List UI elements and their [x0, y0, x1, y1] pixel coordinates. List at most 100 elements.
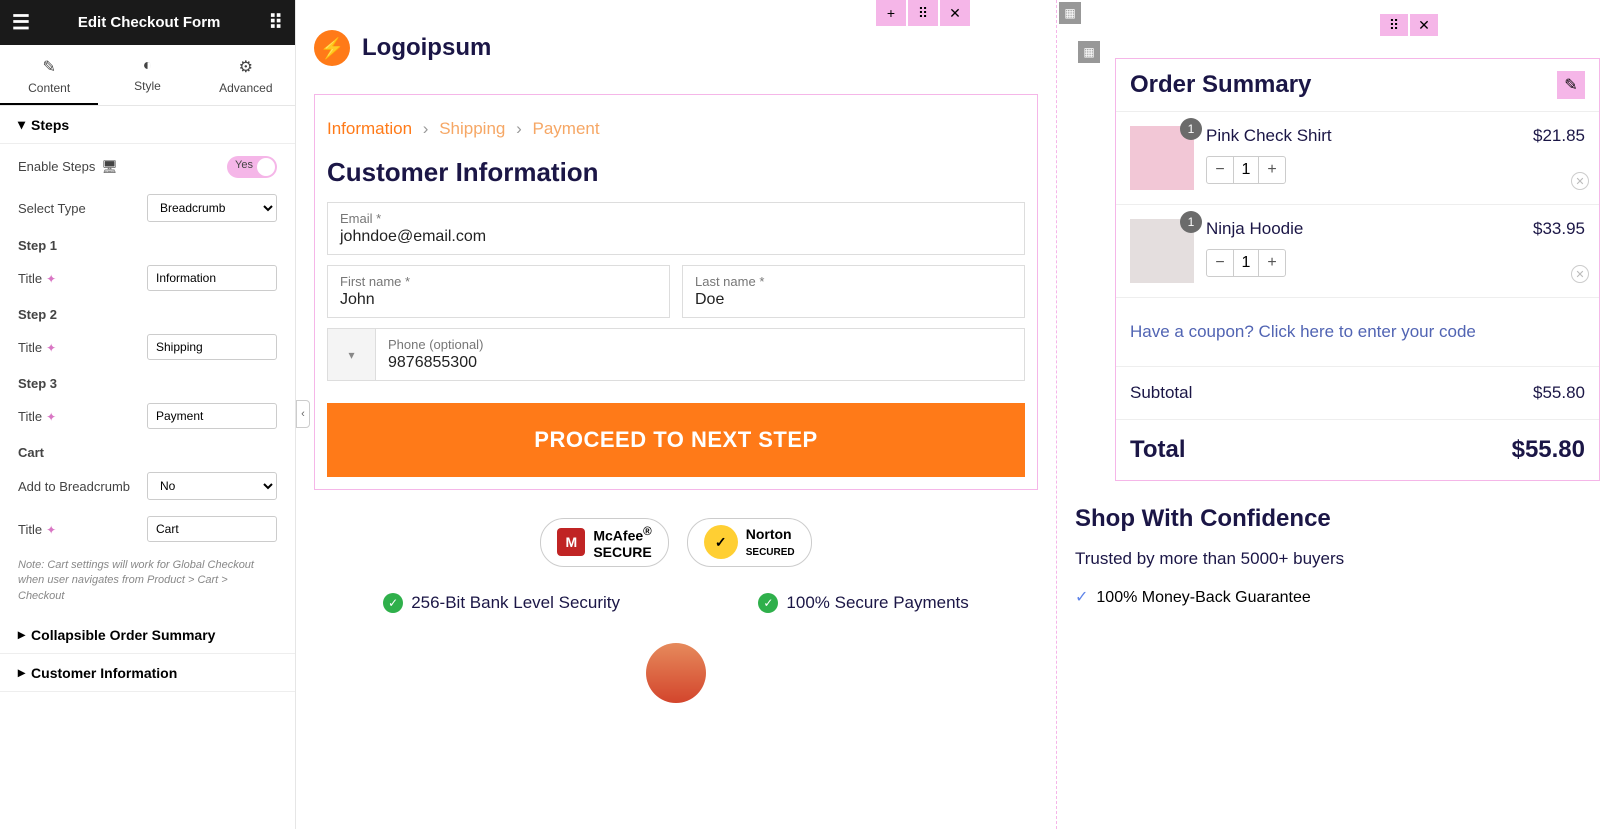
tab-content[interactable]: ✎Content — [0, 45, 98, 105]
crumb-payment[interactable]: Payment — [533, 119, 600, 138]
preview-area: + ⠿ ✕ ⚡ Logoipsum Information › Shipping… — [296, 0, 1056, 829]
step2-header: Step 2 — [18, 307, 277, 322]
column-handle-icon[interactable]: ▦ — [1059, 2, 1081, 24]
remove-item-button[interactable]: ✕ — [1571, 265, 1589, 283]
crumb-shipping[interactable]: Shipping — [439, 119, 505, 138]
quantity-stepper: − 1 + — [1206, 249, 1286, 277]
norton-badge: ✓NortonSECURED — [687, 518, 812, 567]
confidence-title: Shop With Confidence — [1075, 505, 1600, 533]
product-thumbnail: 1 — [1130, 219, 1194, 283]
sparkle-icon: ✦ — [46, 272, 56, 286]
hamburger-icon[interactable]: ☰ — [12, 10, 30, 35]
tab-advanced[interactable]: ⚙Advanced — [197, 45, 295, 105]
chevron-right-icon: › — [516, 119, 522, 138]
check-icon: ✓ — [758, 593, 778, 613]
cart-item: 1 Pink Check Shirt − 1 + $21.85 ✕ — [1116, 111, 1599, 204]
close-widget-button[interactable]: ✕ — [1410, 14, 1438, 36]
cart-note: Note: Cart settings will work for Global… — [18, 558, 277, 604]
section-title: Customer Information — [327, 157, 1025, 188]
chevron-right-icon: › — [423, 119, 429, 138]
select-type-dropdown[interactable]: Breadcrumb — [147, 194, 277, 222]
breadcrumb: Information › Shipping › Payment — [327, 119, 1025, 139]
summary-title: Order Summary — [1130, 71, 1311, 99]
select-type-label: Select Type — [18, 201, 86, 216]
mcafee-badge: MMcAfee®SECURE — [540, 518, 668, 567]
cart-item: 1 Ninja Hoodie − 1 + $33.95 ✕ — [1116, 204, 1599, 297]
close-section-button[interactable]: ✕ — [940, 0, 970, 26]
desktop-icon: 🖥 — [101, 159, 118, 174]
step1-header: Step 1 — [18, 238, 277, 253]
step2-title-input[interactable] — [147, 334, 277, 360]
total-value: $55.80 — [1512, 436, 1585, 464]
shield-icon: M — [557, 528, 585, 556]
product-thumbnail: 1 — [1130, 126, 1194, 190]
qty-badge: 1 — [1180, 211, 1202, 233]
apps-icon[interactable]: ⠿ — [268, 10, 283, 35]
accordion-steps[interactable]: ▾Steps — [0, 106, 295, 144]
drag-section-handle[interactable]: ⠿ — [908, 0, 938, 26]
step3-header: Step 3 — [18, 376, 277, 391]
checkout-form-widget[interactable]: Information › Shipping › Payment Custome… — [314, 94, 1038, 490]
pencil-icon: ✎ — [0, 57, 98, 77]
qty-decrease-button[interactable]: − — [1207, 157, 1233, 183]
trust-item-payments: ✓100% Secure Payments — [758, 593, 968, 613]
qty-badge: 1 — [1180, 118, 1202, 140]
avatar — [646, 643, 706, 703]
check-shield-icon: ✓ — [704, 525, 738, 559]
qty-decrease-button[interactable]: − — [1207, 250, 1233, 276]
total-label: Total — [1130, 436, 1186, 464]
email-field[interactable]: Email * johndoe@email.com — [327, 202, 1025, 255]
logo-icon: ⚡ — [314, 30, 350, 66]
subtotal-label: Subtotal — [1130, 383, 1192, 403]
edit-widget-button[interactable]: ✎ — [1557, 71, 1585, 99]
phone-field[interactable]: Phone (optional) 9876855300 — [375, 328, 1025, 381]
confidence-section: Shop With Confidence Trusted by more tha… — [1075, 505, 1600, 607]
sidebar-tabs: ✎Content ◐Style ⚙Advanced — [0, 45, 295, 106]
caret-right-icon: ▸ — [18, 626, 25, 643]
subtotal-value: $55.80 — [1533, 383, 1585, 403]
remove-item-button[interactable]: ✕ — [1571, 172, 1589, 190]
coupon-link[interactable]: Have a coupon? Click here to enter your … — [1116, 297, 1599, 366]
crumb-information[interactable]: Information — [327, 119, 412, 138]
tab-style[interactable]: ◐Style — [98, 45, 196, 105]
trust-item-security: ✓256-Bit Bank Level Security — [383, 593, 620, 613]
last-name-field[interactable]: Last name * Doe — [682, 265, 1025, 318]
collapse-sidebar-handle[interactable]: ‹ — [296, 400, 310, 428]
step1-title-input[interactable] — [147, 265, 277, 291]
enable-steps-toggle[interactable]: Yes — [227, 156, 277, 178]
sidebar-title: Edit Checkout Form — [78, 14, 221, 31]
right-column: ▦ ⠿ ✕ ▦ Order Summary ✎ 1 Pink Check Shi… — [1056, 0, 1618, 829]
drag-widget-handle[interactable]: ⠿ — [1380, 14, 1408, 36]
confidence-point: ✓100% Money-Back Guarantee — [1075, 587, 1600, 607]
quantity-stepper: − 1 + — [1206, 156, 1286, 184]
accordion-customer-info[interactable]: ▸Customer Information — [0, 654, 295, 692]
order-summary-widget[interactable]: ▦ Order Summary ✎ 1 Pink Check Shirt − 1… — [1115, 58, 1600, 481]
first-name-field[interactable]: First name * John — [327, 265, 670, 318]
section-controls: + ⠿ ✕ — [876, 0, 970, 26]
qty-increase-button[interactable]: + — [1259, 157, 1285, 183]
check-icon: ✓ — [383, 593, 403, 613]
confidence-subtitle: Trusted by more than 5000+ buyers — [1075, 549, 1600, 569]
caret-down-icon: ▾ — [18, 116, 25, 133]
cart-header: Cart — [18, 445, 277, 460]
widget-controls: ⠿ ✕ — [1380, 14, 1438, 36]
add-breadcrumb-dropdown[interactable]: No — [147, 472, 277, 500]
logo-text: Logoipsum — [362, 34, 491, 62]
accordion-order-summary[interactable]: ▸Collapsible Order Summary — [0, 616, 295, 654]
steps-panel: Enable Steps 🖥 Yes Select Type Breadcrumb… — [0, 144, 295, 616]
cart-title-input[interactable] — [147, 516, 277, 542]
enable-steps-label: Enable Steps — [18, 159, 95, 174]
qty-increase-button[interactable]: + — [1259, 250, 1285, 276]
proceed-button[interactable]: PROCEED TO NEXT STEP — [327, 403, 1025, 477]
country-code-selector[interactable]: ▾ — [327, 328, 375, 381]
panel-scroll[interactable]: ▾Steps Enable Steps 🖥 Yes Select Type Bre… — [0, 106, 295, 829]
contrast-icon: ◐ — [98, 57, 196, 75]
column-handle-icon[interactable]: ▦ — [1078, 41, 1100, 63]
add-section-button[interactable]: + — [876, 0, 906, 26]
check-icon: ✓ — [1075, 589, 1088, 606]
sparkle-icon: ✦ — [46, 341, 56, 355]
qty-value: 1 — [1233, 250, 1259, 276]
step3-title-input[interactable] — [147, 403, 277, 429]
sparkle-icon: ✦ — [46, 523, 56, 537]
product-name: Pink Check Shirt — [1206, 126, 1521, 146]
